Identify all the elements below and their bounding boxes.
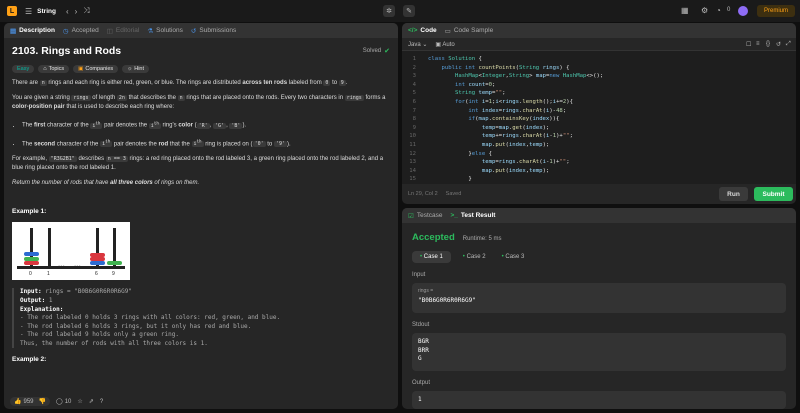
tab-solutions[interactable]: ⚗ Solutions (147, 27, 183, 35)
description-footer: 👍 959 👎 ◯ 10 ☆ ⇗ ? (4, 394, 398, 409)
description-panel: ▤ Description ◷ Accepted ◫ Editorial ⚗ Solut… (4, 23, 398, 409)
rod-label-1: 1 (47, 271, 50, 278)
streak-count: 0 (727, 7, 731, 13)
tab-test-result[interactable]: >_ Test Result (450, 212, 495, 219)
input-heading: Input (412, 272, 426, 278)
tab-submissions[interactable]: ↺ Submissions (191, 27, 236, 35)
case-2-tab[interactable]: • Case 2 (459, 251, 490, 263)
rod-label-0: 0 (29, 271, 32, 278)
example-1-block: Input: rings = "B0B6G0R6R0R6G9" Output: … (12, 288, 390, 349)
example-1-heading: Example 1: (12, 208, 47, 216)
output-heading: Output (412, 380, 431, 386)
tag-row: Easy ⌂ Topics ▣ Companies ☼ Hint (12, 65, 390, 73)
lightbulb-icon: ☼ (127, 66, 133, 72)
reset-icon[interactable]: ↺ (776, 41, 781, 48)
result-panel: ☑ Testcase >_ Test Result Accepted Runtime… (402, 208, 796, 409)
comment-icon: ◯ (55, 399, 63, 405)
companies-pill[interactable]: ▣ Companies (73, 65, 119, 73)
input-box: rings = "B0B6G0R6R0R6G9" (412, 283, 786, 313)
format-icon[interactable]: ≡ (756, 41, 760, 47)
notification-icon[interactable]: ◔ (716, 6, 721, 15)
share-icon[interactable]: ⇗ (89, 398, 94, 405)
check-circle-icon: ✔ (384, 48, 390, 55)
thumbs-down-icon: 👎 (38, 399, 46, 405)
tab-code-sample[interactable]: ▭ Code Sample (445, 27, 494, 35)
language-select[interactable]: Java ⌄ (408, 41, 427, 48)
statement-paragraph-1: There are n rings and each ring is eithe… (12, 80, 348, 86)
tab-code[interactable]: </> Code (408, 27, 437, 34)
cursor-position: Ln 29, Col 2 (408, 191, 438, 197)
settings-icon[interactable]: ⚙ (701, 6, 708, 15)
rings-param-value: "B0B6G0R6R0R6G9" (418, 297, 476, 304)
run-button[interactable]: Run (719, 187, 748, 201)
rule-first-char: The first character of the ith pair deno… (22, 118, 390, 131)
code-editor[interactable]: 1 class Solution { 2 public int countPoin… (402, 51, 796, 184)
thumbs-up-icon: 👍 (14, 399, 22, 405)
rule-second-char: The second character of the ith pair den… (22, 137, 390, 150)
stdout-heading: Stdout (412, 322, 430, 328)
like-button[interactable]: 👍 959 👎 (10, 397, 50, 406)
lock-small-icon: ▣ (435, 41, 442, 48)
debug-toggle[interactable]: ✲ (383, 5, 395, 17)
submit-button[interactable]: Submit (754, 187, 793, 201)
bug-icon: ✲ (386, 8, 392, 15)
problem-title: 2103. Rings and Rods (12, 45, 122, 57)
rings-param-label: rings = (418, 288, 434, 294)
rules-list: The first character of the ith pair deno… (22, 118, 390, 149)
shuffle-icon[interactable]: ⤨ (83, 6, 89, 16)
rod-label-9: 9 (112, 271, 115, 278)
auto-toggle[interactable]: ▣ Auto (435, 41, 454, 48)
statement-paragraph-2: You are given a string rings of length 2… (12, 95, 386, 110)
case-tabs: • Case 1 • Case 2 • Case 3 (412, 251, 786, 263)
hint-pill[interactable]: ☼ Hint (122, 65, 150, 73)
braces-icon[interactable]: {} (766, 41, 770, 47)
help-icon[interactable]: ? (100, 399, 103, 405)
topics-pill[interactable]: ⌂ Topics (38, 65, 70, 73)
tab-accepted[interactable]: ◷ Accepted (63, 27, 99, 35)
saved-status: Saved (445, 191, 462, 197)
editor-status-bar: Ln 29, Col 2 Saved Run Submit (402, 184, 796, 204)
comments-button[interactable]: ◯ 10 (55, 398, 71, 406)
case-1-tab[interactable]: • Case 1 (412, 251, 451, 263)
layout-icon[interactable]: ▦ (681, 6, 689, 15)
lock-icon: ▣ (78, 66, 84, 72)
difficulty-badge: Easy (12, 65, 35, 73)
next-problem-icon[interactable]: › (75, 7, 78, 16)
tab-editorial[interactable]: ◫ Editorial (107, 27, 140, 35)
tab-testcase[interactable]: ☑ Testcase (408, 212, 442, 220)
runtime-label: Runtime: 5 ms (462, 236, 502, 242)
editor-toolbar: Java ⌄ ▣ Auto ☐ ≡ {} ↺ ⤢ (402, 38, 796, 51)
result-tabs: ☑ Testcase >_ Test Result (402, 208, 796, 223)
leetcode-logo-icon[interactable]: L (7, 6, 17, 16)
example-2-heading: Example 2: (12, 356, 47, 364)
problem-list-icon[interactable]: ☰ (25, 7, 32, 16)
output-box: 1 (412, 391, 786, 409)
problem-list-label[interactable]: String (37, 8, 56, 15)
bookmark-icon[interactable]: ☐ (746, 41, 751, 48)
avatar[interactable] (738, 6, 748, 16)
case-3-tab[interactable]: • Case 3 (498, 251, 529, 263)
statement-example-paragraph: For example, "R3G2B1" describes n == 3 r… (12, 156, 384, 172)
premium-button[interactable]: Premium (757, 5, 795, 17)
ellipsis-right: ... (74, 260, 81, 270)
example-1-illustration: 0 1 ... ... 6 9 (12, 222, 130, 281)
code-tabs: </> Code ▭ Code Sample (402, 23, 796, 38)
code-panel: </> Code ▭ Code Sample Java ⌄ ▣ Auto ☐ ≡ {… (402, 23, 796, 204)
return-statement: Return the number of rods that have all … (12, 180, 200, 187)
run-toolbar: ✎ (403, 5, 415, 17)
top-bar: L ☰ String ‹ › ⤨ ✲ ✎ ▦ ⚙ ◔ 0 Premium (0, 0, 800, 22)
description-content: 2103. Rings and Rods Solved ✔ Easy ⌂ Topi… (4, 38, 398, 394)
fullscreen-icon[interactable]: ⤢ (786, 41, 791, 48)
star-icon[interactable]: ☆ (77, 398, 82, 405)
stdout-box: BGR BRR G (412, 333, 786, 371)
solved-label: Solved (362, 48, 382, 54)
prev-problem-icon[interactable]: ‹ (66, 7, 69, 16)
ellipsis-left: ... (58, 260, 65, 270)
accepted-label: Accepted (412, 232, 455, 243)
tab-description[interactable]: ▤ Description (10, 27, 55, 35)
notes-icon[interactable]: ✎ (406, 7, 412, 15)
description-tabs: ▤ Description ◷ Accepted ◫ Editorial ⚗ Solut… (4, 23, 398, 38)
rod-label-6: 6 (95, 271, 98, 278)
tag-icon: ⌂ (43, 66, 47, 72)
